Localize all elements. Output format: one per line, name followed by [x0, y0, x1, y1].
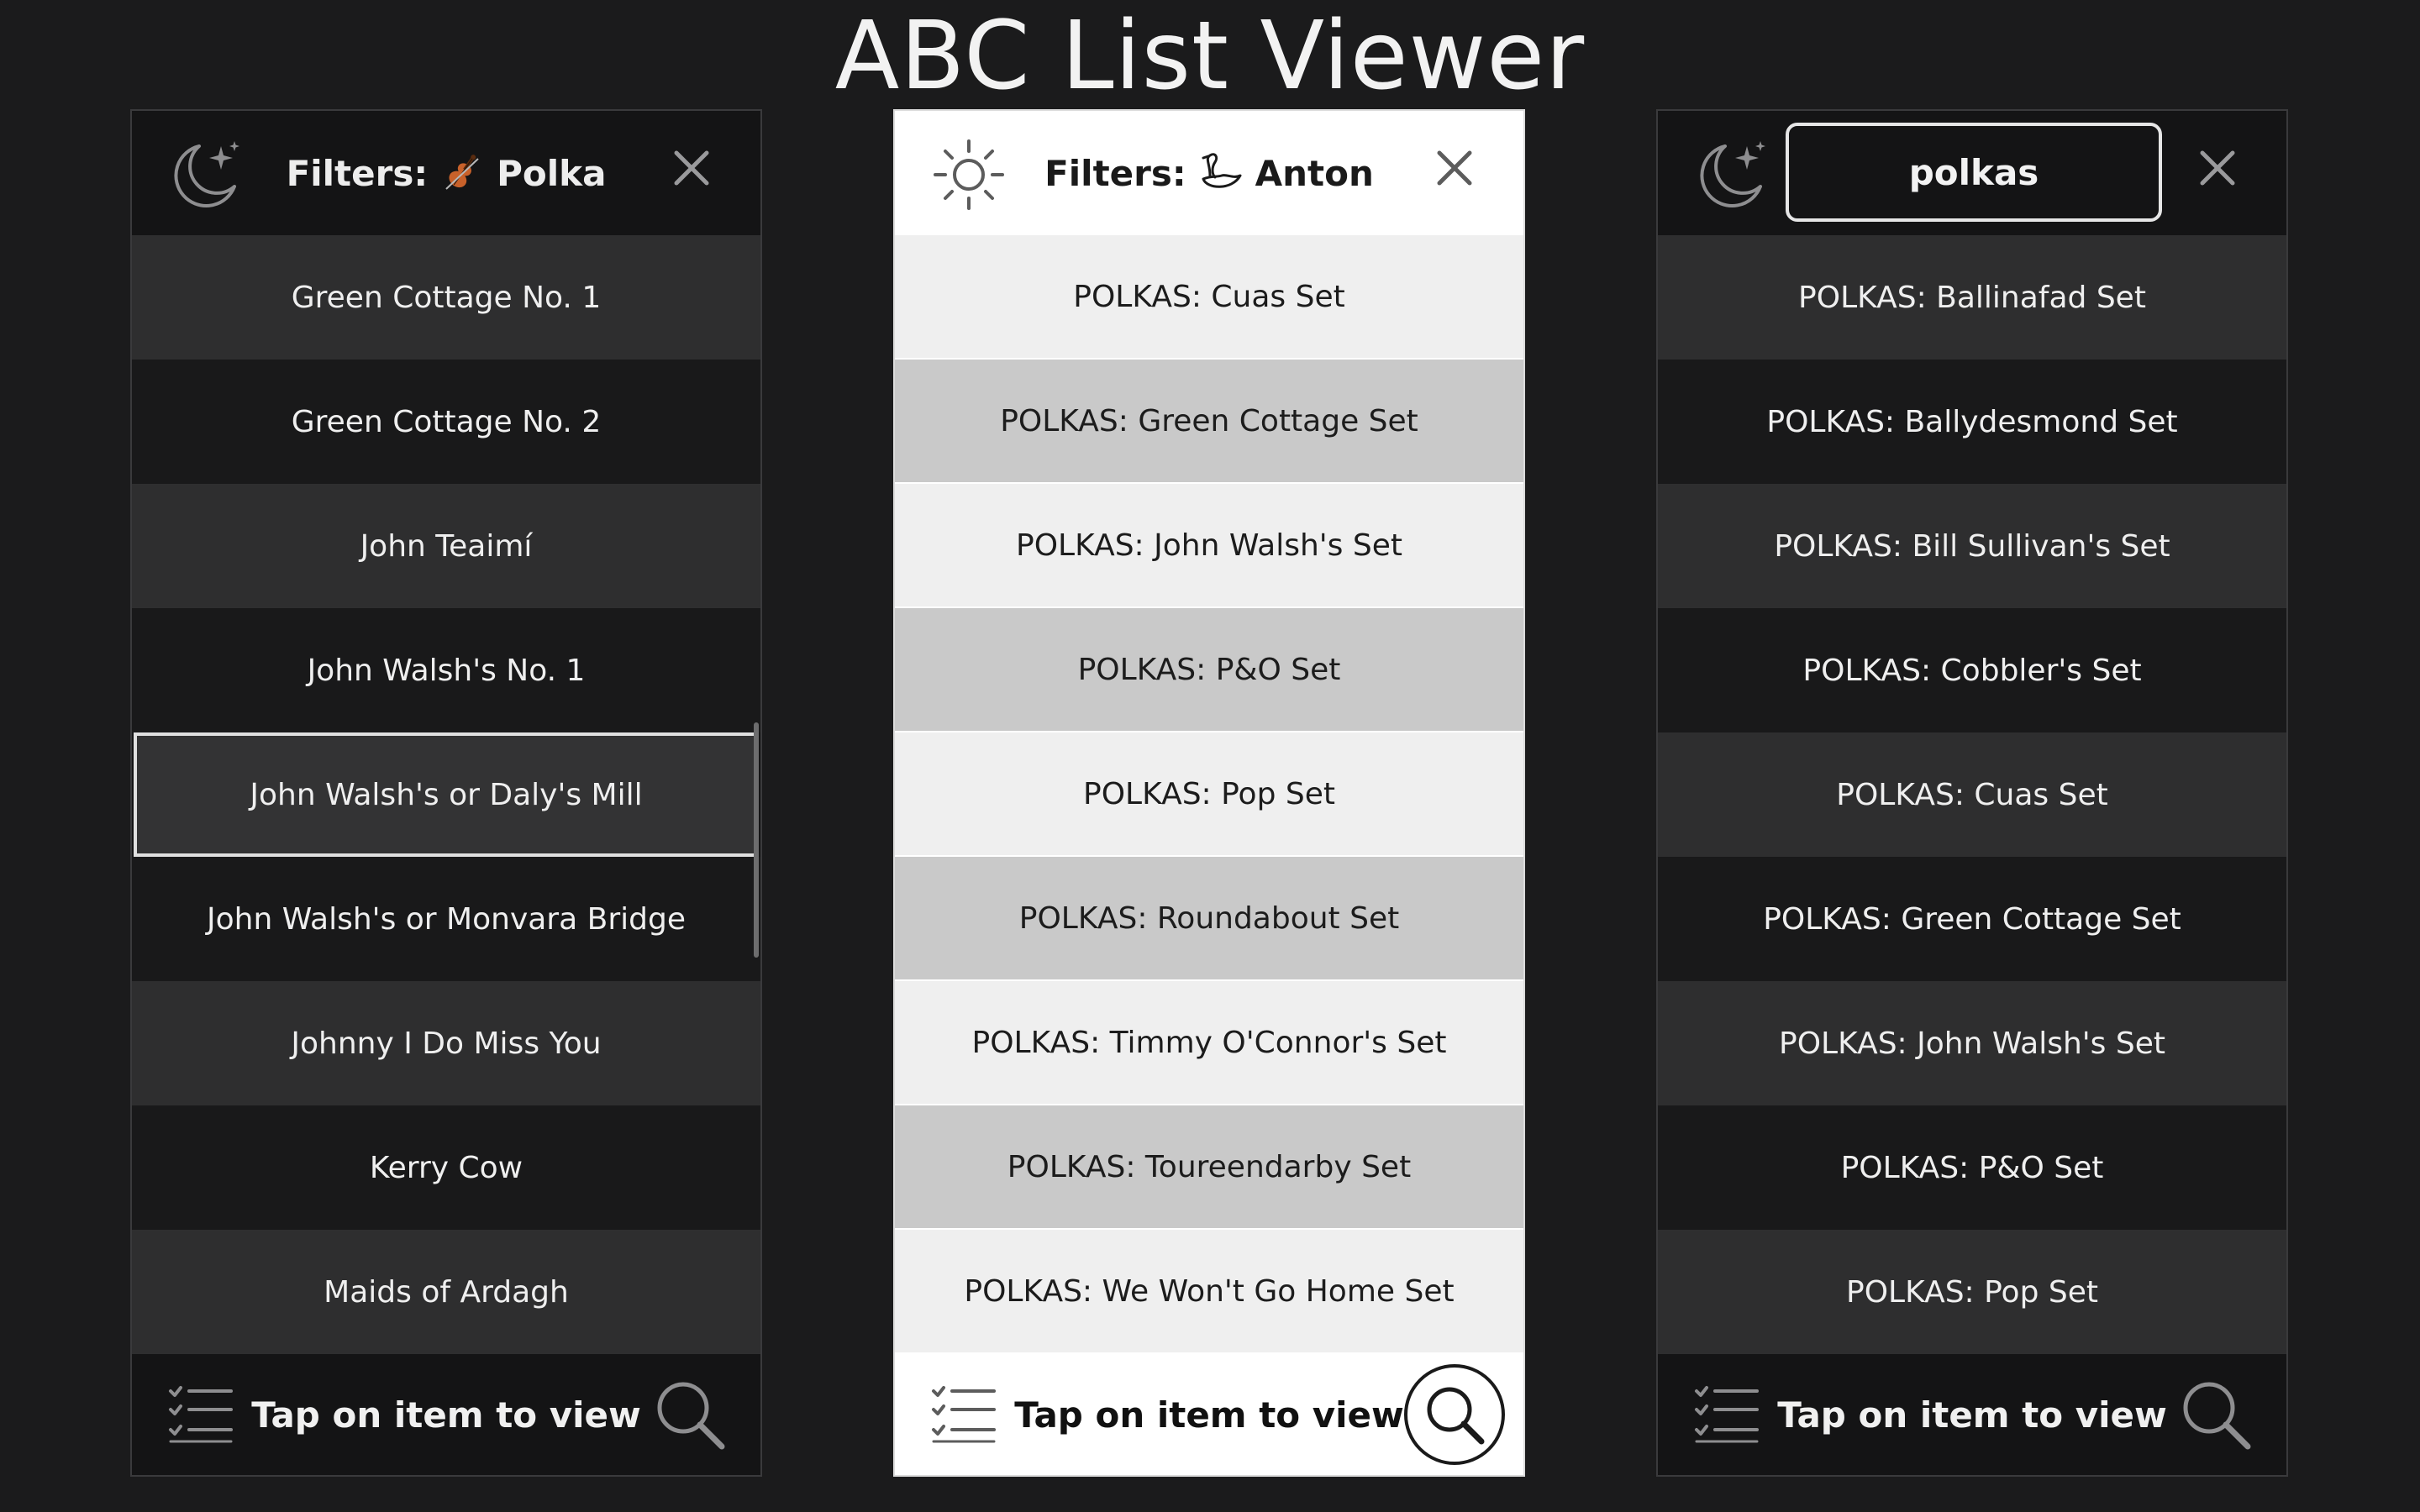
- panel-header: [1658, 111, 2286, 235]
- panel-header: Filters: Anton: [895, 111, 1523, 235]
- filter-value: Anton: [1255, 152, 1374, 194]
- list-item[interactable]: Green Cottage No. 1: [132, 235, 760, 360]
- panel-footer: Tap on item to view: [132, 1354, 760, 1475]
- close-icon[interactable]: [665, 141, 718, 195]
- list-item[interactable]: POLKAS: P&O Set: [895, 608, 1523, 732]
- panel-footer: Tap on item to view: [1658, 1354, 2286, 1475]
- checklist-icon[interactable]: [1693, 1383, 1760, 1446]
- filter-prefix: Filters:: [286, 152, 429, 194]
- list-item-selected[interactable]: John Walsh's or Daly's Mill: [134, 732, 759, 857]
- moon-stars-icon[interactable]: [166, 134, 246, 215]
- app-title: ABC List Viewer: [834, 2, 1586, 111]
- search-icon[interactable]: [2177, 1376, 2254, 1453]
- checklist-icon[interactable]: [167, 1383, 234, 1446]
- violin-icon: [445, 155, 479, 190]
- tune-list-panel-light: Filters: Anton POLKAS: Cuas Set POLKAS: …: [893, 109, 1525, 1477]
- list-item[interactable]: Maids of Ardagh: [132, 1230, 760, 1354]
- tune-list[interactable]: POLKAS: Ballinafad Set POLKAS: Ballydesm…: [1658, 235, 2286, 1354]
- checklist-icon[interactable]: [930, 1383, 997, 1446]
- list-item[interactable]: POLKAS: Cuas Set: [895, 235, 1523, 360]
- filter-label[interactable]: Filters: Anton: [1021, 111, 1397, 235]
- filter-prefix: Filters:: [1044, 152, 1186, 194]
- footer-hint: Tap on item to view: [1777, 1394, 2167, 1436]
- list-item[interactable]: POLKAS: Bill Sullivan's Set: [1658, 484, 2286, 608]
- list-item[interactable]: Green Cottage No. 2: [132, 360, 760, 484]
- tune-list-panel-dark: Filters: Polka Green Cottage No. 1 Green…: [130, 109, 762, 1477]
- list-item[interactable]: POLKAS: Timmy O'Connor's Set: [895, 981, 1523, 1105]
- list-item[interactable]: POLKAS: Ballinafad Set: [1658, 235, 2286, 360]
- search-icon[interactable]: [651, 1376, 729, 1453]
- list-item[interactable]: POLKAS: Ballydesmond Set: [1658, 360, 2286, 484]
- list-item[interactable]: Johnny I Do Miss You: [132, 981, 760, 1105]
- list-item[interactable]: POLKAS: John Walsh's Set: [1658, 981, 2286, 1105]
- list-item[interactable]: John Walsh's or Monvara Bridge: [132, 857, 760, 981]
- close-icon[interactable]: [1428, 141, 1481, 195]
- list-item[interactable]: POLKAS: We Won't Go Home Set: [895, 1230, 1523, 1354]
- tune-list[interactable]: Green Cottage No. 1 Green Cottage No. 2 …: [132, 235, 760, 1354]
- swan-icon: [1202, 153, 1242, 188]
- list-item[interactable]: POLKAS: Toureendarby Set: [895, 1105, 1523, 1230]
- footer-hint: Tap on item to view: [1014, 1394, 1404, 1436]
- list-item[interactable]: John Teaimí: [132, 484, 760, 608]
- list-item[interactable]: POLKAS: John Walsh's Set: [895, 484, 1523, 608]
- scrollbar[interactable]: [754, 722, 759, 958]
- app-root: ABC List Viewer Filters: Polka Green Cot…: [0, 0, 2420, 1512]
- filter-label[interactable]: Filters: Polka: [258, 111, 634, 235]
- list-item[interactable]: POLKAS: Pop Set: [1658, 1230, 2286, 1354]
- list-item[interactable]: John Walsh's No. 1: [132, 608, 760, 732]
- list-item[interactable]: POLKAS: Pop Set: [895, 732, 1523, 857]
- sun-icon[interactable]: [929, 134, 1009, 215]
- panel-footer: Tap on item to view: [895, 1354, 1523, 1475]
- list-item[interactable]: POLKAS: Green Cottage Set: [895, 360, 1523, 484]
- search-input[interactable]: [1786, 123, 2162, 222]
- close-icon[interactable]: [2191, 141, 2244, 195]
- search-icon[interactable]: [1402, 1362, 1507, 1467]
- list-item[interactable]: POLKAS: P&O Set: [1658, 1105, 2286, 1230]
- list-item[interactable]: POLKAS: Cobbler's Set: [1658, 608, 2286, 732]
- panel-header: Filters: Polka: [132, 111, 760, 235]
- list-item[interactable]: POLKAS: Roundabout Set: [895, 857, 1523, 981]
- tune-list[interactable]: POLKAS: Cuas Set POLKAS: Green Cottage S…: [895, 235, 1523, 1354]
- tune-list-panel-search: POLKAS: Ballinafad Set POLKAS: Ballydesm…: [1656, 109, 2288, 1477]
- list-item[interactable]: POLKAS: Cuas Set: [1658, 732, 2286, 857]
- filter-value: Polka: [497, 152, 607, 194]
- footer-hint: Tap on item to view: [251, 1394, 641, 1436]
- moon-stars-icon[interactable]: [1691, 134, 1772, 215]
- list-item[interactable]: Kerry Cow: [132, 1105, 760, 1230]
- list-item[interactable]: POLKAS: Green Cottage Set: [1658, 857, 2286, 981]
